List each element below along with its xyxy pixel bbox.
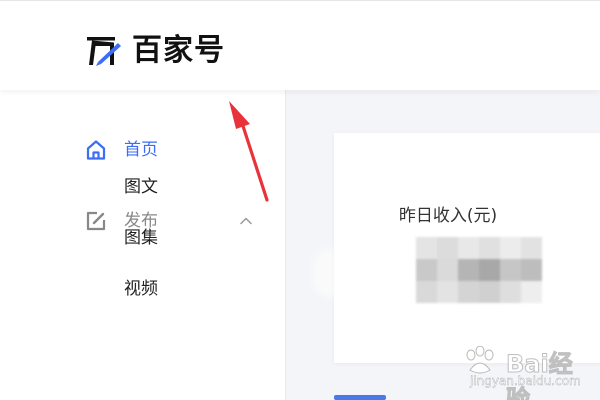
top-header: 百家号 [0, 0, 600, 90]
sidebar-item-publish[interactable]: 发布 [84, 206, 254, 236]
sidebar-item-home[interactable]: 首页 [84, 135, 158, 165]
logo[interactable]: 百家号 [84, 31, 225, 71]
baijiahao-logo-icon [87, 37, 121, 66]
sidebar-subitem-gallery[interactable]: 图集 [124, 226, 158, 250]
income-card: 昨日收入(元) [334, 133, 600, 363]
watermark-brand: Bai经验 [506, 350, 574, 400]
sidebar-item-label: 首页 [124, 140, 158, 160]
baidu-jingyan-watermark: Bai经验 jingyan.baidu.com [462, 344, 592, 400]
chevron-up-icon[interactable] [238, 213, 254, 229]
paw-icon [466, 346, 494, 374]
edit-icon [86, 211, 106, 231]
home-icon [86, 140, 106, 160]
card-title: 昨日收入(元) [398, 206, 498, 226]
blurred-income-value [416, 237, 542, 303]
watermark-url: jingyan.baidu.com [470, 374, 581, 388]
logo-text: 百家号 [132, 33, 225, 68]
sidebar-subitem-video[interactable]: 视频 [124, 277, 158, 301]
active-tab-indicator [334, 395, 386, 400]
sidebar-subitem-article[interactable]: 图文 [124, 175, 158, 199]
